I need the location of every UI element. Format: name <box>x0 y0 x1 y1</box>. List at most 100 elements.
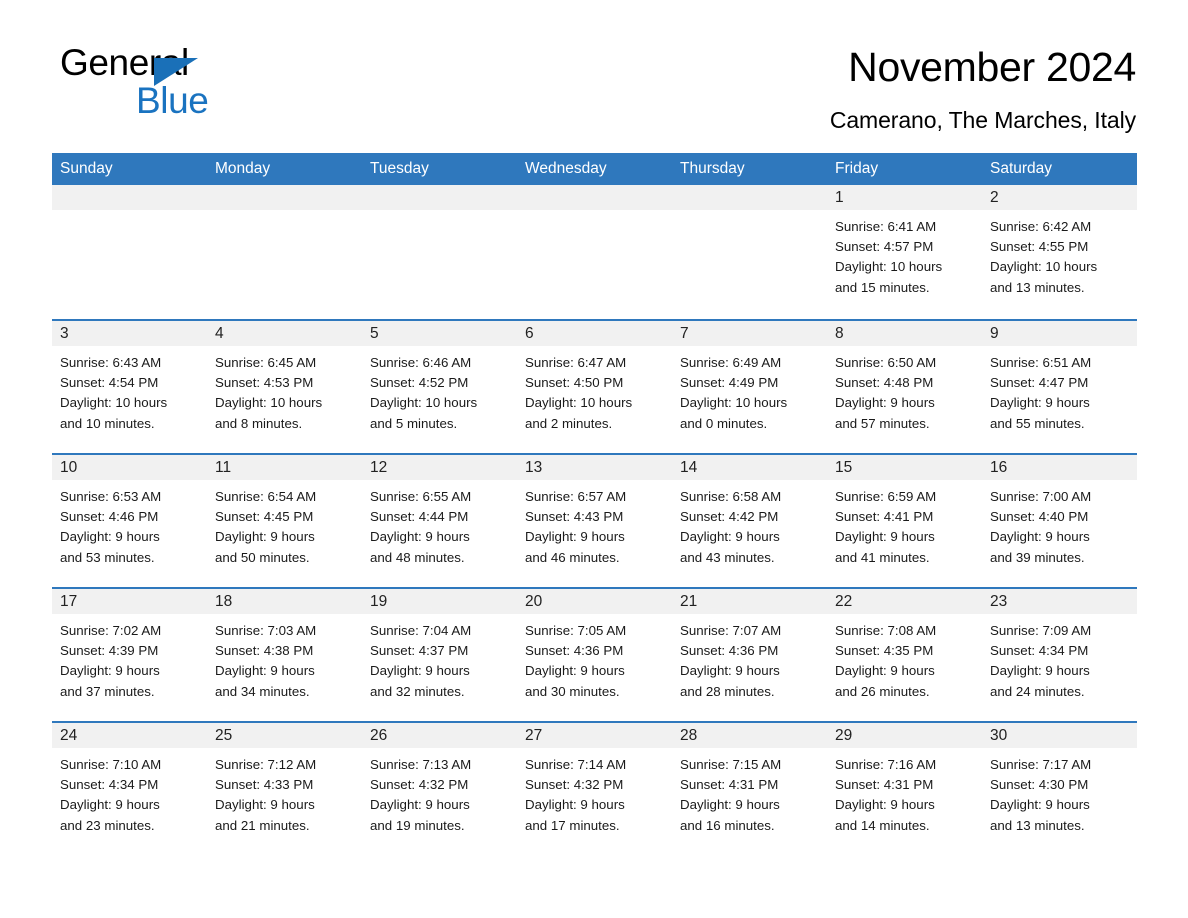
calendar-day-cell[interactable]: 19 Sunrise: 7:04 AM Sunset: 4:37 PM Dayligh… <box>362 587 517 722</box>
calendar-day-cell[interactable]: 29 Sunrise: 7:16 AM Sunset: 4:31 PM Dayligh… <box>827 721 982 856</box>
calendar-day-cell[interactable]: 4 Sunrise: 6:45 AM Sunset: 4:53 PM Daylight… <box>207 319 362 454</box>
empty-day-cell <box>672 185 827 320</box>
day-cell: 13 Sunrise: 6:57 AM Sunset: 4:43 PM Dayligh… <box>517 453 672 588</box>
sunset-text: Sunset: 4:34 PM <box>60 777 159 793</box>
calendar-day-cell[interactable]: 26 Sunrise: 7:13 AM Sunset: 4:32 PM Dayligh… <box>362 721 517 856</box>
day-details: Sunrise: 6:59 AM Sunset: 4:41 PM Daylight:… <box>827 480 982 568</box>
calendar-day-cell[interactable]: 28 Sunrise: 7:15 AM Sunset: 4:31 PM Dayligh… <box>672 721 827 856</box>
sunrise-text: Sunrise: 6:46 AM <box>370 355 472 371</box>
sunset-text: Sunset: 4:31 PM <box>680 777 779 793</box>
calendar-day-cell[interactable]: 23 Sunrise: 7:09 AM Sunset: 4:34 PM Dayligh… <box>982 587 1137 722</box>
calendar-day-cell[interactable]: 25 Sunrise: 7:12 AM Sunset: 4:33 PM Dayligh… <box>207 721 362 856</box>
daylight-line2-text: and 41 minutes. <box>835 549 930 565</box>
sunrise-text: Sunrise: 7:02 AM <box>60 623 162 639</box>
daylight-line2-text: and 13 minutes. <box>990 279 1085 295</box>
day-number: 13 <box>517 455 672 481</box>
day-details: Sunrise: 7:13 AM Sunset: 4:32 PM Daylight:… <box>362 748 517 836</box>
calendar-day-cell[interactable]: 9 Sunrise: 6:51 AM Sunset: 4:47 PM Daylight… <box>982 319 1137 454</box>
day-details <box>672 210 827 217</box>
day-cell: 18 Sunrise: 7:03 AM Sunset: 4:38 PM Dayligh… <box>207 587 362 722</box>
calendar-day-cell[interactable] <box>672 185 827 320</box>
daylight-line1-text: Daylight: 10 hours <box>60 395 168 411</box>
calendar-day-cell[interactable]: 20 Sunrise: 7:05 AM Sunset: 4:36 PM Dayligh… <box>517 587 672 722</box>
daylight-line1-text: Daylight: 9 hours <box>525 529 625 545</box>
day-cell: 22 Sunrise: 7:08 AM Sunset: 4:35 PM Dayligh… <box>827 587 982 722</box>
daylight-line1-text: Daylight: 9 hours <box>60 663 160 679</box>
daylight-line2-text: and 57 minutes. <box>835 415 930 431</box>
daylight-line1-text: Daylight: 9 hours <box>370 529 470 545</box>
sunset-text: Sunset: 4:35 PM <box>835 643 934 659</box>
daylight-line1-text: Daylight: 9 hours <box>370 797 470 813</box>
day-cell: 1 Sunrise: 6:41 AM Sunset: 4:57 PM Daylight… <box>827 185 982 320</box>
day-cell: 26 Sunrise: 7:13 AM Sunset: 4:32 PM Dayligh… <box>362 721 517 856</box>
calendar-day-cell[interactable]: 11 Sunrise: 6:54 AM Sunset: 4:45 PM Dayligh… <box>207 453 362 588</box>
calendar-header-row: Sunday Monday Tuesday Wednesday Thursday… <box>52 153 1137 186</box>
daylight-line2-text: and 10 minutes. <box>60 415 155 431</box>
day-number <box>52 185 207 211</box>
calendar-day-cell[interactable]: 16 Sunrise: 7:00 AM Sunset: 4:40 PM Dayligh… <box>982 453 1137 588</box>
calendar-day-cell[interactable] <box>517 185 672 320</box>
sunset-text: Sunset: 4:31 PM <box>835 777 934 793</box>
calendar-day-cell[interactable]: 13 Sunrise: 6:57 AM Sunset: 4:43 PM Dayligh… <box>517 453 672 588</box>
calendar-day-cell[interactable]: 5 Sunrise: 6:46 AM Sunset: 4:52 PM Daylight… <box>362 319 517 454</box>
calendar-day-cell[interactable] <box>52 185 207 320</box>
daylight-line2-text: and 14 minutes. <box>835 817 930 833</box>
calendar-day-cell[interactable] <box>207 185 362 320</box>
calendar-day-cell[interactable]: 22 Sunrise: 7:08 AM Sunset: 4:35 PM Dayligh… <box>827 587 982 722</box>
day-details: Sunrise: 7:04 AM Sunset: 4:37 PM Daylight:… <box>362 614 517 702</box>
calendar-day-cell[interactable]: 2 Sunrise: 6:42 AM Sunset: 4:55 PM Daylight… <box>982 185 1137 320</box>
day-details: Sunrise: 7:12 AM Sunset: 4:33 PM Daylight:… <box>207 748 362 836</box>
day-cell: 5 Sunrise: 6:46 AM Sunset: 4:52 PM Daylight… <box>362 319 517 454</box>
day-cell: 4 Sunrise: 6:45 AM Sunset: 4:53 PM Daylight… <box>207 319 362 454</box>
day-number: 5 <box>362 321 517 347</box>
sunrise-sunset-calendar: Sunday Monday Tuesday Wednesday Thursday… <box>52 153 1137 856</box>
calendar-day-cell[interactable]: 27 Sunrise: 7:14 AM Sunset: 4:32 PM Dayligh… <box>517 721 672 856</box>
sunset-text: Sunset: 4:32 PM <box>525 777 624 793</box>
daylight-line2-text: and 0 minutes. <box>680 415 768 431</box>
day-cell: 14 Sunrise: 6:58 AM Sunset: 4:42 PM Dayligh… <box>672 453 827 588</box>
sunset-text: Sunset: 4:36 PM <box>680 643 779 659</box>
daylight-line1-text: Daylight: 9 hours <box>215 797 315 813</box>
calendar-day-cell[interactable]: 24 Sunrise: 7:10 AM Sunset: 4:34 PM Dayligh… <box>52 721 207 856</box>
calendar-day-cell[interactable]: 6 Sunrise: 6:47 AM Sunset: 4:50 PM Daylight… <box>517 319 672 454</box>
calendar-day-cell[interactable]: 14 Sunrise: 6:58 AM Sunset: 4:42 PM Dayligh… <box>672 453 827 588</box>
day-number: 1 <box>827 185 982 211</box>
day-details: Sunrise: 7:08 AM Sunset: 4:35 PM Daylight:… <box>827 614 982 702</box>
day-cell: 28 Sunrise: 7:15 AM Sunset: 4:31 PM Dayligh… <box>672 721 827 856</box>
day-details: Sunrise: 7:10 AM Sunset: 4:34 PM Daylight:… <box>52 748 207 836</box>
calendar-day-cell[interactable]: 8 Sunrise: 6:50 AM Sunset: 4:48 PM Daylight… <box>827 319 982 454</box>
daylight-line1-text: Daylight: 9 hours <box>680 663 780 679</box>
calendar-day-cell[interactable]: 12 Sunrise: 6:55 AM Sunset: 4:44 PM Dayligh… <box>362 453 517 588</box>
day-number: 10 <box>52 455 207 481</box>
day-number: 8 <box>827 321 982 347</box>
weekday-header-monday: Monday <box>207 153 362 186</box>
calendar-day-cell[interactable]: 1 Sunrise: 6:41 AM Sunset: 4:57 PM Daylight… <box>827 185 982 320</box>
day-number: 20 <box>517 589 672 615</box>
day-cell: 24 Sunrise: 7:10 AM Sunset: 4:34 PM Dayligh… <box>52 721 207 856</box>
sunrise-text: Sunrise: 7:08 AM <box>835 623 937 639</box>
day-cell: 30 Sunrise: 7:17 AM Sunset: 4:30 PM Dayligh… <box>982 721 1137 856</box>
calendar-day-cell[interactable]: 15 Sunrise: 6:59 AM Sunset: 4:41 PM Dayligh… <box>827 453 982 588</box>
sunrise-text: Sunrise: 6:42 AM <box>990 219 1092 235</box>
calendar-day-cell[interactable]: 10 Sunrise: 6:53 AM Sunset: 4:46 PM Dayligh… <box>52 453 207 588</box>
day-cell: 3 Sunrise: 6:43 AM Sunset: 4:54 PM Daylight… <box>52 319 207 454</box>
day-details: Sunrise: 7:00 AM Sunset: 4:40 PM Daylight:… <box>982 480 1137 568</box>
daylight-line2-text: and 19 minutes. <box>370 817 465 833</box>
sunrise-text: Sunrise: 6:59 AM <box>835 489 937 505</box>
calendar-day-cell[interactable]: 30 Sunrise: 7:17 AM Sunset: 4:30 PM Dayligh… <box>982 721 1137 856</box>
day-cell: 2 Sunrise: 6:42 AM Sunset: 4:55 PM Daylight… <box>982 185 1137 320</box>
sunset-text: Sunset: 4:36 PM <box>525 643 624 659</box>
calendar-day-cell[interactable]: 7 Sunrise: 6:49 AM Sunset: 4:49 PM Daylight… <box>672 319 827 454</box>
sunset-text: Sunset: 4:41 PM <box>835 509 934 525</box>
day-cell: 8 Sunrise: 6:50 AM Sunset: 4:48 PM Daylight… <box>827 319 982 454</box>
day-details: Sunrise: 6:49 AM Sunset: 4:49 PM Daylight:… <box>672 346 827 434</box>
calendar-day-cell[interactable]: 21 Sunrise: 7:07 AM Sunset: 4:36 PM Dayligh… <box>672 587 827 722</box>
daylight-line2-text: and 34 minutes. <box>215 683 310 699</box>
calendar-day-cell[interactable]: 3 Sunrise: 6:43 AM Sunset: 4:54 PM Daylight… <box>52 319 207 454</box>
day-details <box>362 210 517 217</box>
generalblue-logo[interactable]: General Blue <box>60 44 260 124</box>
calendar-day-cell[interactable]: 18 Sunrise: 7:03 AM Sunset: 4:38 PM Dayligh… <box>207 587 362 722</box>
day-number: 2 <box>982 185 1137 211</box>
calendar-day-cell[interactable] <box>362 185 517 320</box>
calendar-day-cell[interactable]: 17 Sunrise: 7:02 AM Sunset: 4:39 PM Dayligh… <box>52 587 207 722</box>
